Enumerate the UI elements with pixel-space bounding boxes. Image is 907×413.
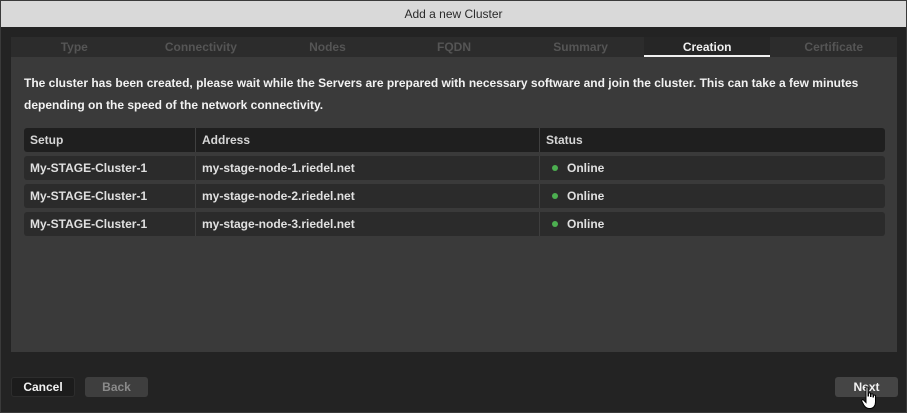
row-setup: My-STAGE-Cluster-1 [24, 184, 196, 208]
table-header: Setup Address Status [24, 128, 885, 152]
row-status: Online [540, 156, 885, 180]
row-status: Online [540, 184, 885, 208]
wizard-tabs: Type Connectivity Nodes FQDN Summary Cre… [11, 37, 897, 57]
cancel-button[interactable]: Cancel [11, 377, 75, 397]
table-row[interactable]: My-STAGE-Cluster-1 my-stage-node-1.riede… [24, 156, 885, 180]
window-title: Add a new Cluster [404, 7, 503, 21]
tab-summary[interactable]: Summary [517, 37, 644, 57]
online-status-icon [552, 221, 558, 227]
tab-creation[interactable]: Creation [643, 37, 771, 57]
row-status-label: Online [567, 161, 605, 175]
table-row[interactable]: My-STAGE-Cluster-1 my-stage-node-3.riede… [24, 212, 885, 236]
column-header-status[interactable]: Status [540, 128, 885, 152]
row-status: Online [540, 212, 885, 236]
row-status-label: Online [567, 217, 605, 231]
cluster-nodes-table: Setup Address Status My-STAGE-Cluster-1 … [24, 128, 885, 236]
row-address: my-stage-node-1.riedel.net [196, 156, 540, 180]
window-titlebar[interactable]: Add a new Cluster [1, 1, 906, 27]
creation-panel: The cluster has been created, please wai… [11, 57, 897, 352]
tab-type[interactable]: Type [11, 37, 138, 57]
row-status-label: Online [567, 189, 605, 203]
column-header-setup[interactable]: Setup [24, 128, 196, 152]
row-address: my-stage-node-2.riedel.net [196, 184, 540, 208]
table-row[interactable]: My-STAGE-Cluster-1 my-stage-node-2.riede… [24, 184, 885, 208]
tab-fqdn[interactable]: FQDN [391, 37, 518, 57]
row-setup: My-STAGE-Cluster-1 [24, 212, 196, 236]
back-button[interactable]: Back [85, 377, 148, 397]
row-address: my-stage-node-3.riedel.net [196, 212, 540, 236]
hand-pointer-icon [861, 386, 876, 409]
online-status-icon [552, 165, 558, 171]
tab-nodes[interactable]: Nodes [264, 37, 391, 57]
row-setup: My-STAGE-Cluster-1 [24, 156, 196, 180]
column-header-address[interactable]: Address [196, 128, 540, 152]
tab-certificate[interactable]: Certificate [770, 37, 897, 57]
tab-connectivity[interactable]: Connectivity [138, 37, 265, 57]
add-cluster-dialog: Add a new Cluster Type Connectivity Node… [0, 0, 907, 413]
creation-message: The cluster has been created, please wai… [24, 76, 859, 112]
online-status-icon [552, 193, 558, 199]
